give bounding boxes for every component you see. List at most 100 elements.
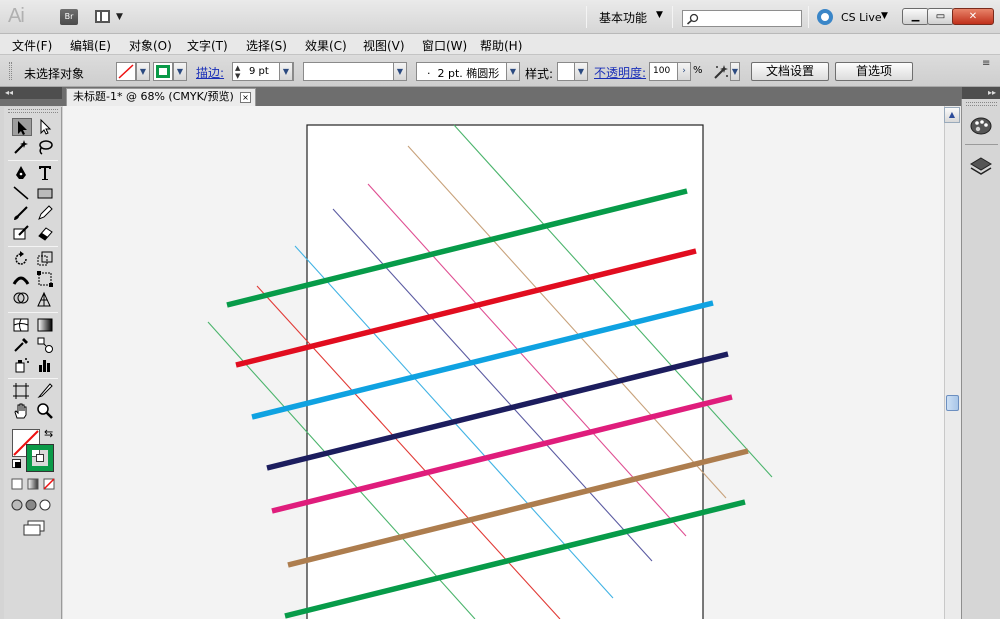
gradient-mode-button[interactable] (26, 477, 40, 491)
hand-tool[interactable] (12, 402, 32, 420)
fill-swatch[interactable] (116, 62, 136, 81)
color-panel-button[interactable] (966, 113, 997, 139)
variable-width-profile-field[interactable] (303, 62, 395, 81)
selection-tool[interactable] (12, 118, 32, 136)
cs-live-icon[interactable] (817, 9, 833, 25)
maximize-button[interactable]: ▭ (927, 8, 954, 25)
stroke-panel-link[interactable]: 描边: (196, 64, 224, 81)
shape-builder-tool[interactable] (12, 290, 32, 308)
menu-type[interactable]: 文字(T) (187, 37, 228, 54)
menu-help[interactable]: 帮助(H) (480, 37, 522, 54)
menu-object[interactable]: 对象(O) (129, 37, 172, 54)
control-bar: 未选择对象 ▼ ▼ 描边: ▲ ▼ 9 pt ▼ ▼ · 2 pt. 椭圆形 ▼ … (0, 55, 1000, 87)
brush-definition-dropdown[interactable]: ▼ (506, 62, 520, 81)
direct-selection-tool[interactable] (36, 118, 56, 136)
lasso-tool[interactable] (36, 138, 56, 156)
right-panel-dock (961, 99, 1000, 619)
title-bar: Ai Br ▼ 基本功能 ▼ CS Live ▼ ▁ ▭ ✕ (0, 0, 1000, 34)
vertical-scrollbar[interactable] (944, 106, 961, 619)
artwork[interactable] (63, 106, 944, 619)
width-profile-dropdown[interactable]: ▼ (393, 62, 407, 81)
zoom-icon (37, 403, 53, 419)
minimize-button[interactable]: ▁ (902, 8, 929, 25)
symbol-sprayer-tool[interactable] (12, 356, 32, 374)
expand-dock-button[interactable]: ▸▸ (962, 87, 1000, 99)
default-colors-icon[interactable] (12, 459, 21, 468)
artboard-canvas[interactable] (63, 106, 944, 619)
screen-mode-button[interactable] (22, 520, 46, 536)
menu-view[interactable]: 视图(V) (363, 37, 405, 54)
graphic-style-swatch[interactable] (557, 62, 575, 81)
blend-tool[interactable] (36, 336, 56, 354)
opacity-field[interactable]: 100 › (649, 62, 691, 81)
layers-panel-button[interactable] (966, 154, 997, 180)
artboard-tool[interactable] (12, 382, 32, 400)
stepper-icon[interactable]: ▲ ▼ (235, 64, 240, 80)
stroke-swatch[interactable] (153, 62, 173, 81)
chevron-down-icon[interactable]: ▼ (656, 10, 663, 20)
opacity-slider-button[interactable]: › (677, 62, 691, 81)
pencil-tool[interactable] (36, 204, 56, 222)
opacity-panel-link[interactable]: 不透明度: (594, 64, 646, 81)
panel-grip[interactable] (8, 109, 58, 113)
pen-tool[interactable] (12, 164, 32, 182)
document-setup-button[interactable]: 文档设置 (751, 62, 829, 81)
none-mode-button[interactable] (42, 477, 56, 491)
fill-dropdown[interactable]: ▼ (136, 62, 150, 81)
menu-window[interactable]: 窗口(W) (422, 37, 467, 54)
magic-wand-tool[interactable] (12, 138, 32, 156)
scroll-up-button[interactable]: ▲ (944, 107, 960, 123)
bridge-button[interactable]: Br (60, 9, 78, 25)
free-transform-tool[interactable] (36, 270, 56, 288)
arrange-documents-button[interactable]: ▼ (95, 9, 127, 25)
collapse-tools-button[interactable]: ◂◂ (0, 87, 62, 99)
drawing-modes-button[interactable] (10, 497, 54, 513)
close-icon[interactable]: × (240, 92, 251, 103)
toolbar-divider (808, 6, 809, 28)
menu-select[interactable]: 选择(S) (246, 37, 287, 54)
help-search-input[interactable] (682, 10, 802, 27)
panel-grip[interactable] (966, 102, 997, 106)
width-tool[interactable] (12, 270, 32, 288)
line-segment-tool[interactable] (12, 184, 32, 202)
menu-effect[interactable]: 效果(C) (305, 37, 347, 54)
slice-tool[interactable] (36, 382, 56, 400)
rectangle-tool[interactable] (36, 184, 56, 202)
document-tab[interactable]: 未标题-1* @ 68% (CMYK/预览) × (66, 88, 256, 106)
column-graph-tool[interactable] (36, 356, 56, 374)
panel-menu-icon[interactable]: ≡ (982, 58, 990, 69)
mesh-tool[interactable] (12, 316, 32, 334)
stroke-color-swatch[interactable] (26, 444, 54, 472)
rotate-tool[interactable] (12, 250, 32, 268)
scale-tool[interactable] (36, 250, 56, 268)
eraser-tool[interactable] (36, 224, 56, 242)
scrollbar-thumb[interactable] (946, 395, 959, 411)
menu-edit[interactable]: 编辑(E) (70, 37, 111, 54)
paintbrush-tool[interactable] (12, 204, 32, 222)
close-window-button[interactable]: ✕ (952, 8, 994, 25)
blob-brush-tool[interactable] (12, 224, 32, 242)
cs-live-button[interactable]: CS Live (841, 11, 882, 24)
menu-file[interactable]: 文件(F) (12, 37, 52, 54)
preferences-button[interactable]: 首选项 (835, 62, 913, 81)
chevron-down-icon[interactable]: ▼ (881, 11, 888, 21)
free-transform-icon (37, 271, 53, 287)
panel-grip[interactable] (9, 62, 12, 80)
workspace-switcher[interactable]: 基本功能 (599, 9, 647, 26)
swap-fill-stroke-icon[interactable]: ⇆ (44, 427, 53, 440)
recolor-artwork-icon[interactable] (712, 63, 730, 81)
stroke-weight-field[interactable]: ▲ ▼ 9 pt ▼ (232, 62, 294, 81)
perspective-grid-tool[interactable] (36, 290, 56, 308)
stroke-dropdown[interactable]: ▼ (173, 62, 187, 81)
color-mode-button[interactable] (10, 477, 24, 491)
recolor-options-dropdown[interactable]: ▼ (730, 62, 740, 81)
lasso-icon (39, 140, 53, 155)
stroke-weight-dropdown[interactable]: ▼ (279, 62, 293, 81)
type-tool[interactable] (36, 164, 56, 182)
brush-definition-field[interactable]: · 2 pt. 椭圆形 (416, 62, 508, 81)
zoom-tool[interactable] (36, 402, 56, 420)
eyedropper-tool[interactable] (12, 336, 32, 354)
gradient-tool[interactable] (36, 316, 56, 334)
eraser-icon (38, 227, 53, 241)
graphic-style-dropdown[interactable]: ▼ (574, 62, 588, 81)
